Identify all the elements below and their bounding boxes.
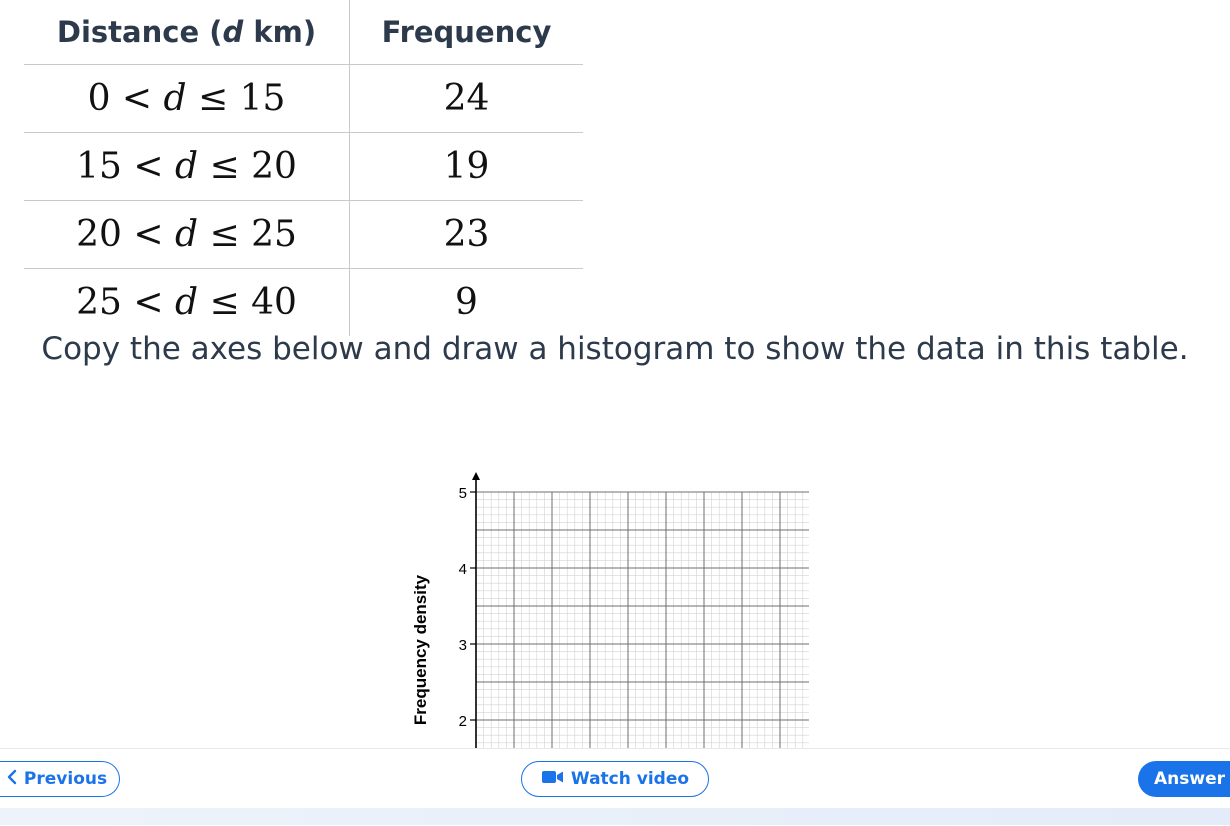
chevron-left-icon	[6, 769, 18, 790]
frequency-cell: 24	[349, 64, 583, 133]
y-tick-label: 2	[459, 713, 467, 730]
y-tick-label: 5	[459, 485, 467, 502]
bottom-strip	[0, 808, 1230, 825]
distance-header: Distance (d km)	[24, 0, 350, 65]
previous-button[interactable]: Previous	[0, 761, 120, 797]
frequency-table: Distance (d km) Frequency 0 < d ≤ 15 24 …	[24, 0, 583, 336]
question-content: Distance (d km) Frequency 0 < d ≤ 15 24 …	[0, 0, 1230, 748]
y-ticks: 2 3 4 5	[459, 485, 476, 730]
y-axis-label: Frequency density	[411, 574, 430, 725]
table-row: 0 < d ≤ 15 24	[24, 64, 583, 133]
previous-label: Previous	[23, 769, 108, 789]
range-cell: 0 < d ≤ 15	[24, 64, 350, 133]
video-camera-icon	[541, 769, 565, 789]
question-instruction: Copy the axes below and draw a histogram…	[41, 331, 1189, 367]
frequency-cell: 23	[349, 200, 583, 269]
table-header-row: Distance (d km) Frequency	[24, 0, 583, 65]
frequency-header: Frequency	[349, 0, 583, 65]
watch-video-button[interactable]: Watch video	[521, 761, 709, 797]
major-grid	[475, 491, 809, 748]
answer-label: Answer	[1154, 769, 1225, 789]
y-tick-label: 3	[459, 637, 467, 654]
range-cell: 20 < d ≤ 25	[24, 200, 350, 269]
histogram-axes: 2 3 4 5 Frequency density	[411, 472, 809, 748]
y-tick-label: 4	[459, 561, 467, 578]
table-row: 15 < d ≤ 20 19	[24, 132, 583, 201]
frequency-cell: 19	[349, 132, 583, 201]
watch-video-label: Watch video	[570, 769, 690, 789]
range-cell: 15 < d ≤ 20	[24, 132, 350, 201]
answer-button[interactable]: Answer	[1138, 761, 1230, 797]
y-axis-arrow	[472, 472, 480, 480]
table-row: 20 < d ≤ 25 23	[24, 200, 583, 269]
